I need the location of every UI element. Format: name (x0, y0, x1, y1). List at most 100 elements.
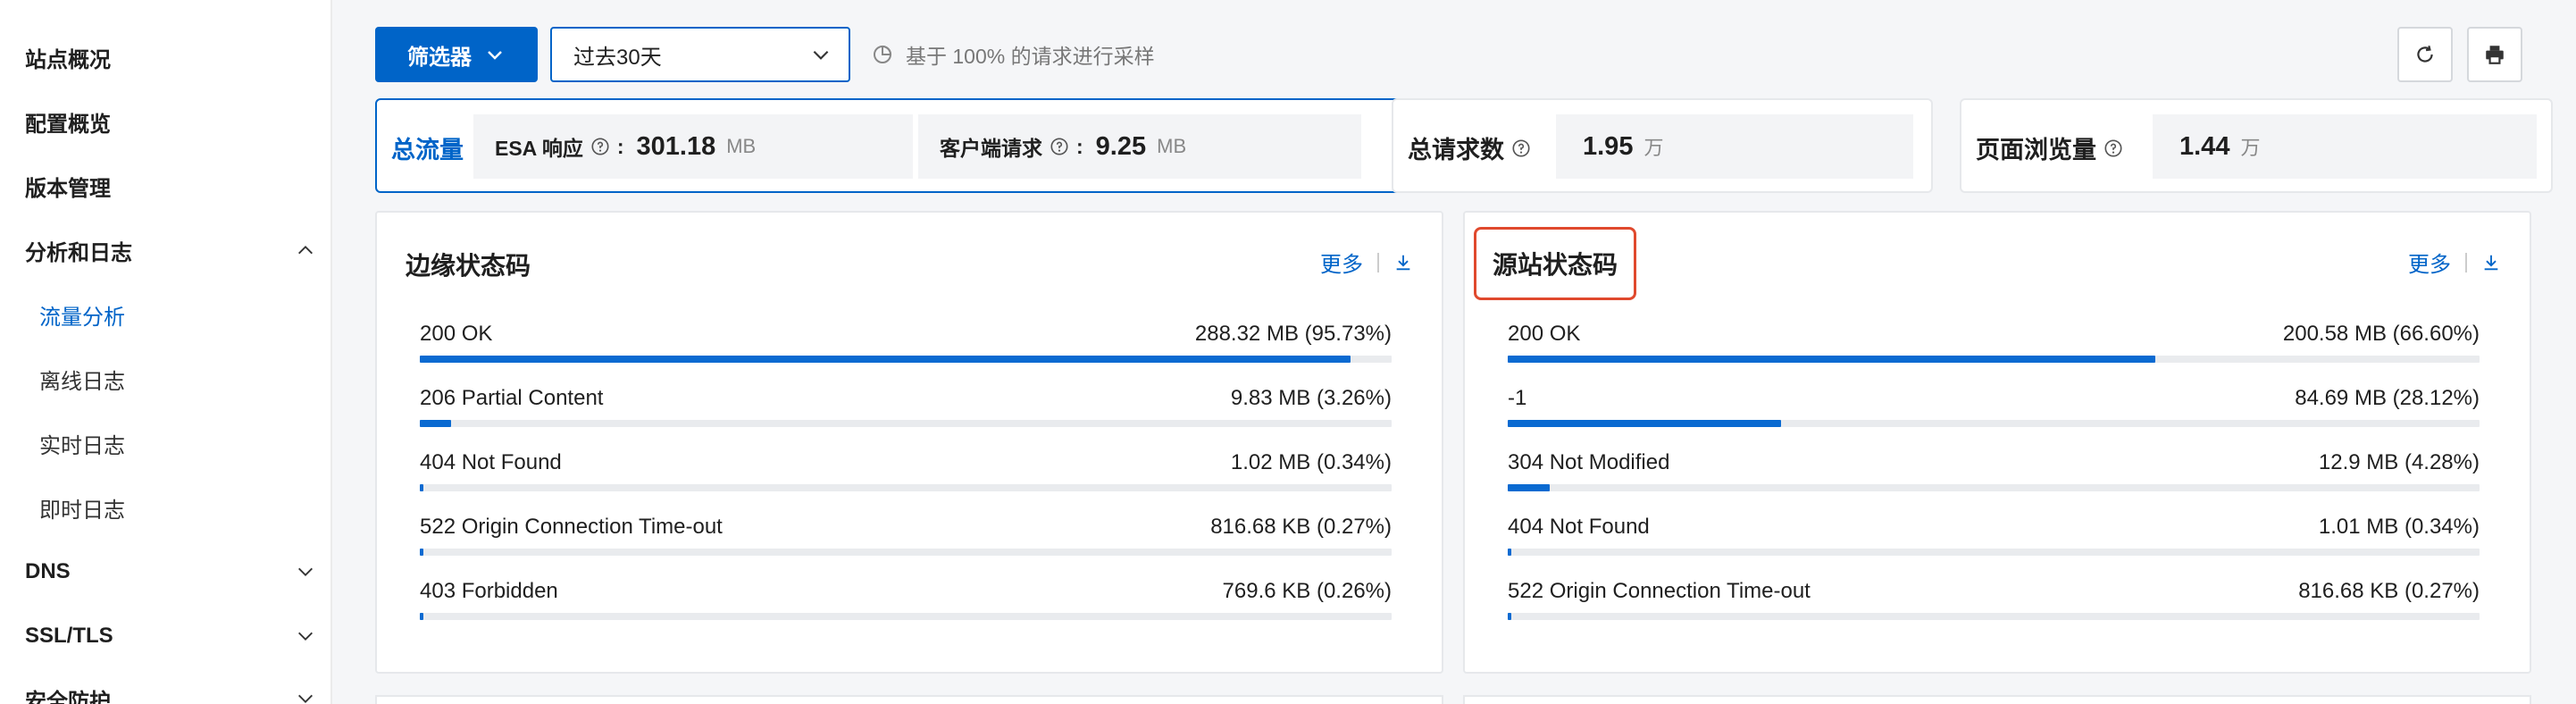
chevron-down-icon (488, 51, 502, 60)
sampling-note: 基于 100% 的请求进行采样 (872, 39, 1155, 70)
status-row: -1 84.69 MB (28.12%) (1508, 386, 2480, 441)
date-range-select[interactable]: 过去30天 (550, 27, 850, 82)
status-code-value: 816.68 KB (0.27%) (2298, 579, 2480, 603)
sidebar-item-label: 配置概览 (25, 112, 111, 137)
client-request-unit: MB (1157, 135, 1187, 157)
status-row: 404 Not Found 1.02 MB (0.34%) (420, 450, 1392, 506)
sidebar-item-version-management[interactable]: 版本管理 (25, 168, 316, 204)
sidebar-group-analytics-logs[interactable]: 分析和日志 (25, 232, 316, 268)
progress-track (420, 420, 1392, 427)
status-code-value: 288.32 MB (95.73%) (1194, 322, 1392, 346)
date-range-value: 过去30天 (573, 45, 662, 70)
sidebar-item-offline-logs[interactable]: 离线日志 (39, 361, 316, 397)
status-code-value: 200.58 MB (66.60%) (2282, 322, 2480, 346)
origin-panel-actions: 更多 (2408, 247, 2501, 278)
progress-track (420, 484, 1392, 491)
status-code-label: 206 Partial Content (420, 386, 604, 410)
progress-fill (1508, 356, 2155, 363)
status-code-value: 1.01 MB (0.34%) (2318, 515, 2480, 539)
status-row: 200 OK 200.58 MB (66.60%) (1508, 322, 2480, 377)
progress-track (1508, 356, 2480, 363)
progress-track (420, 613, 1392, 620)
sidebar-item-config-overview[interactable]: 配置概览 (25, 104, 316, 139)
status-code-label: 404 Not Found (1508, 515, 1650, 539)
progress-fill (420, 356, 1351, 363)
page-views-metric: 1.44 万 (2153, 114, 2537, 179)
divider (1377, 252, 1379, 272)
sidebar-item-site-overview[interactable]: 站点概况 (25, 39, 316, 75)
sidebar-item-label: 版本管理 (25, 176, 111, 201)
sidebar-group-dns[interactable]: DNS (25, 554, 316, 590)
filter-button-label: 筛选器 (407, 45, 472, 70)
sidebar-group-ssl-tls[interactable]: SSL/TLS (25, 618, 316, 654)
progress-track (1508, 613, 2480, 620)
progress-track (1508, 420, 2480, 427)
status-code-value: 12.9 MB (4.28%) (2318, 450, 2480, 474)
page-views-value: 1.44 (2179, 131, 2230, 161)
status-code-label: 200 OK (420, 322, 493, 346)
status-code-value: 816.68 KB (0.27%) (1210, 515, 1392, 539)
print-button[interactable] (2467, 27, 2522, 82)
progress-fill (1508, 549, 1511, 556)
origin-more-link[interactable]: 更多 (2408, 247, 2451, 278)
main-content: 筛选器 过去30天 基于 100% 的请求进行采样 总流量 ESA 响应 : 3… (332, 0, 2576, 704)
total-requests-value: 1.95 (1583, 131, 1634, 161)
progress-track (1508, 484, 2480, 491)
download-icon[interactable] (1393, 253, 1413, 272)
status-code-value: 769.6 KB (0.26%) (1222, 579, 1392, 603)
progress-fill (420, 420, 452, 427)
status-code-label: 403 Forbidden (420, 579, 558, 603)
esa-response-unit: MB (726, 135, 757, 157)
page-views-card[interactable]: 页面浏览量 1.44 万 (1960, 98, 2553, 193)
sidebar-item-label: DNS (25, 559, 71, 583)
edge-status-code-panel: 边缘状态码 更多 200 OK 288.32 MB (95.73%) 206 Par… (375, 211, 1443, 674)
page-views-label-group: 页面浏览量 (1976, 130, 2123, 165)
sidebar-group-security[interactable]: 安全防护 (25, 681, 316, 704)
status-code-label: 522 Origin Connection Time-out (420, 515, 723, 539)
chevron-up-icon (295, 239, 316, 261)
help-icon[interactable] (1050, 137, 1069, 156)
status-row: 522 Origin Connection Time-out 816.68 KB … (420, 515, 1392, 570)
sidebar-item-label: 即时日志 (39, 498, 125, 523)
sidebar-item-label: 实时日志 (39, 433, 125, 458)
progress-fill (420, 549, 423, 556)
sidebar-item-instant-logs[interactable]: 即时日志 (39, 490, 316, 525)
edge-panel-actions: 更多 (1320, 247, 1413, 278)
sidebar-item-label: 流量分析 (39, 305, 125, 330)
edge-more-link[interactable]: 更多 (1320, 247, 1363, 278)
print-icon (2486, 46, 2504, 64)
help-icon[interactable] (590, 137, 610, 156)
total-requests-card[interactable]: 总请求数 1.95 万 (1392, 98, 1933, 193)
filter-button[interactable]: 筛选器 (375, 27, 538, 82)
progress-fill (420, 613, 423, 620)
progress-fill (1508, 420, 1781, 427)
client-request-metric: 客户端请求 : 9.25 MB (918, 114, 1361, 179)
sidebar-item-label: 安全防护 (25, 689, 111, 704)
status-code-value: 84.69 MB (28.12%) (2295, 386, 2480, 410)
progress-track (420, 549, 1392, 556)
progress-track (420, 356, 1392, 363)
status-code-label: 522 Origin Connection Time-out (1508, 579, 1811, 603)
sidebar-item-label: 分析和日志 (25, 240, 132, 265)
status-row: 206 Partial Content 9.83 MB (3.26%) (420, 386, 1392, 441)
help-icon[interactable] (2103, 138, 2123, 158)
progress-fill (420, 484, 423, 491)
sidebar-item-traffic-analysis[interactable]: 流量分析 (39, 297, 316, 332)
help-icon[interactable] (1511, 138, 1531, 158)
sidebar-item-label: 离线日志 (39, 369, 125, 394)
chevron-down-icon (295, 625, 316, 647)
esa-response-metric: ESA 响应 : 301.18 MB (473, 114, 913, 179)
sidebar-item-label: 站点概况 (25, 47, 111, 72)
chevron-down-icon (813, 50, 829, 60)
divider (2465, 252, 2467, 272)
page-views-label: 页面浏览量 (1976, 137, 2096, 163)
refresh-button[interactable] (2397, 27, 2453, 82)
download-icon[interactable] (2481, 253, 2501, 272)
status-code-label: 404 Not Found (420, 450, 562, 474)
total-traffic-card[interactable]: 总流量 ESA 响应 : 301.18 MB 客户端请求 : 9.25 MB (375, 98, 1406, 193)
status-code-label: 304 Not Modified (1508, 450, 1670, 474)
status-row: 404 Not Found 1.01 MB (0.34%) (1508, 515, 2480, 570)
refresh-icon (2417, 45, 2433, 63)
sidebar-item-realtime-logs[interactable]: 实时日志 (39, 425, 316, 461)
client-request-value: 9.25 (1095, 131, 1147, 161)
